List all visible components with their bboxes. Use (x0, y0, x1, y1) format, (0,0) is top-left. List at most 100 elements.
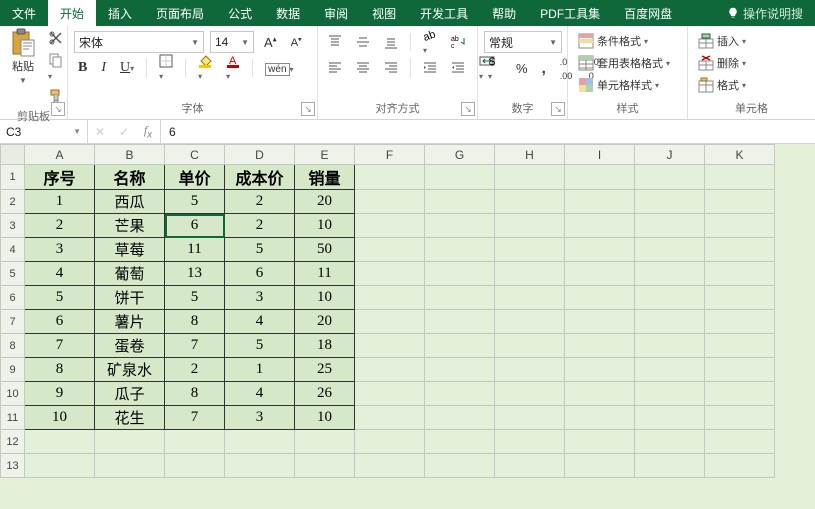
cell-I3[interactable] (565, 214, 635, 238)
cell-K5[interactable] (705, 262, 775, 286)
cell-D4[interactable]: 5 (225, 238, 295, 262)
row-header-8[interactable]: 8 (1, 334, 25, 358)
cell-J3[interactable] (635, 214, 705, 238)
cell-G10[interactable] (425, 382, 495, 406)
cell-J10[interactable] (635, 382, 705, 406)
col-header-D[interactable]: D (225, 145, 295, 165)
cell-E5[interactable]: 11 (295, 262, 355, 286)
cell-D13[interactable] (225, 454, 295, 478)
insert-cells-button[interactable]: 插入 ▾ (694, 31, 750, 51)
cell-H4[interactable] (495, 238, 565, 262)
col-header-H[interactable]: H (495, 145, 565, 165)
row-header-12[interactable]: 12 (1, 430, 25, 454)
number-format-combo[interactable]: 常规 ▼ (484, 31, 562, 53)
cancel-formula-button[interactable]: ✕ (88, 125, 112, 139)
cell-H8[interactable] (495, 334, 565, 358)
align-bottom-button[interactable] (380, 33, 402, 51)
cell-A2[interactable]: 1 (25, 190, 95, 214)
cell-K4[interactable] (705, 238, 775, 262)
cell-G4[interactable] (425, 238, 495, 262)
cell-A10[interactable]: 9 (25, 382, 95, 406)
format-as-table-button[interactable]: 套用表格格式 ▾ (574, 53, 674, 73)
cell-G1[interactable] (425, 165, 495, 190)
row-header-1[interactable]: 1 (1, 165, 25, 190)
inc-indent-button[interactable] (447, 59, 469, 77)
row-header-13[interactable]: 13 (1, 454, 25, 478)
orientation-button[interactable]: ab▾ (419, 26, 441, 58)
cell-K7[interactable] (705, 310, 775, 334)
cell-D7[interactable]: 4 (225, 310, 295, 334)
wrap-text-button[interactable]: abc (447, 33, 471, 51)
cell-J12[interactable] (635, 430, 705, 454)
cell-G12[interactable] (425, 430, 495, 454)
cell-F5[interactable] (355, 262, 425, 286)
cell-B13[interactable] (95, 454, 165, 478)
cell-K1[interactable] (705, 165, 775, 190)
tell-me[interactable]: 操作说明搜 (715, 0, 815, 26)
cell-A4[interactable]: 3 (25, 238, 95, 262)
cell-K6[interactable] (705, 286, 775, 310)
cell-A9[interactable]: 8 (25, 358, 95, 382)
cell-H13[interactable] (495, 454, 565, 478)
cell-B9[interactable]: 矿泉水 (95, 358, 165, 382)
cell-I11[interactable] (565, 406, 635, 430)
row-header-6[interactable]: 6 (1, 286, 25, 310)
cell-K11[interactable] (705, 406, 775, 430)
cell-F7[interactable] (355, 310, 425, 334)
cell-J5[interactable] (635, 262, 705, 286)
cell-D3[interactable]: 2 (225, 214, 295, 238)
cell-F13[interactable] (355, 454, 425, 478)
cell-B2[interactable]: 西瓜 (95, 190, 165, 214)
cell-D5[interactable]: 6 (225, 262, 295, 286)
select-all-corner[interactable] (1, 145, 25, 165)
cell-D6[interactable]: 3 (225, 286, 295, 310)
cell-B6[interactable]: 饼干 (95, 286, 165, 310)
col-header-K[interactable]: K (705, 145, 775, 165)
tab-页面布局[interactable]: 页面布局 (144, 0, 216, 26)
cell-H5[interactable] (495, 262, 565, 286)
paste-button[interactable]: 粘贴 ▼ (6, 28, 40, 87)
cell-K10[interactable] (705, 382, 775, 406)
cell-E13[interactable] (295, 454, 355, 478)
bold-button[interactable]: B (74, 58, 91, 78)
cell-E8[interactable]: 18 (295, 334, 355, 358)
cut-button[interactable] (44, 28, 68, 48)
cell-A8[interactable]: 7 (25, 334, 95, 358)
number-dialog-launcher[interactable]: ↘ (551, 102, 565, 116)
cell-H10[interactable] (495, 382, 565, 406)
conditional-format-button[interactable]: 条件格式 ▾ (574, 31, 652, 51)
tab-视图[interactable]: 视图 (360, 0, 408, 26)
cell-C10[interactable]: 8 (165, 382, 225, 406)
cell-A6[interactable]: 5 (25, 286, 95, 310)
delete-cells-button[interactable]: 删除 ▾ (694, 53, 750, 73)
font-color-button[interactable]: A▾ (222, 52, 244, 84)
cell-K3[interactable] (705, 214, 775, 238)
formula-input[interactable]: 6 (161, 120, 815, 143)
font-size-combo[interactable]: 14 ▼ (210, 31, 254, 53)
cell-A5[interactable]: 4 (25, 262, 95, 286)
font-dialog-launcher[interactable]: ↘ (301, 102, 315, 116)
tab-开始[interactable]: 开始 (48, 0, 96, 26)
cell-B4[interactable]: 草莓 (95, 238, 165, 262)
tab-百度网盘[interactable]: 百度网盘 (612, 0, 684, 26)
cell-A12[interactable] (25, 430, 95, 454)
cell-G11[interactable] (425, 406, 495, 430)
cell-K9[interactable] (705, 358, 775, 382)
col-header-A[interactable]: A (25, 145, 95, 165)
cell-D10[interactable]: 4 (225, 382, 295, 406)
cell-F11[interactable] (355, 406, 425, 430)
cell-K2[interactable] (705, 190, 775, 214)
cell-I8[interactable] (565, 334, 635, 358)
cell-B7[interactable]: 薯片 (95, 310, 165, 334)
grow-font-button[interactable]: A▴ (260, 32, 281, 51)
cell-D12[interactable] (225, 430, 295, 454)
cell-G3[interactable] (425, 214, 495, 238)
italic-button[interactable]: I (97, 58, 110, 78)
cell-B8[interactable]: 蛋卷 (95, 334, 165, 358)
cell-B3[interactable]: 芒果 (95, 214, 165, 238)
cell-B1[interactable]: 名称 (95, 165, 165, 190)
cell-A11[interactable]: 10 (25, 406, 95, 430)
cell-H1[interactable] (495, 165, 565, 190)
cell-I4[interactable] (565, 238, 635, 262)
cell-C4[interactable]: 11 (165, 238, 225, 262)
